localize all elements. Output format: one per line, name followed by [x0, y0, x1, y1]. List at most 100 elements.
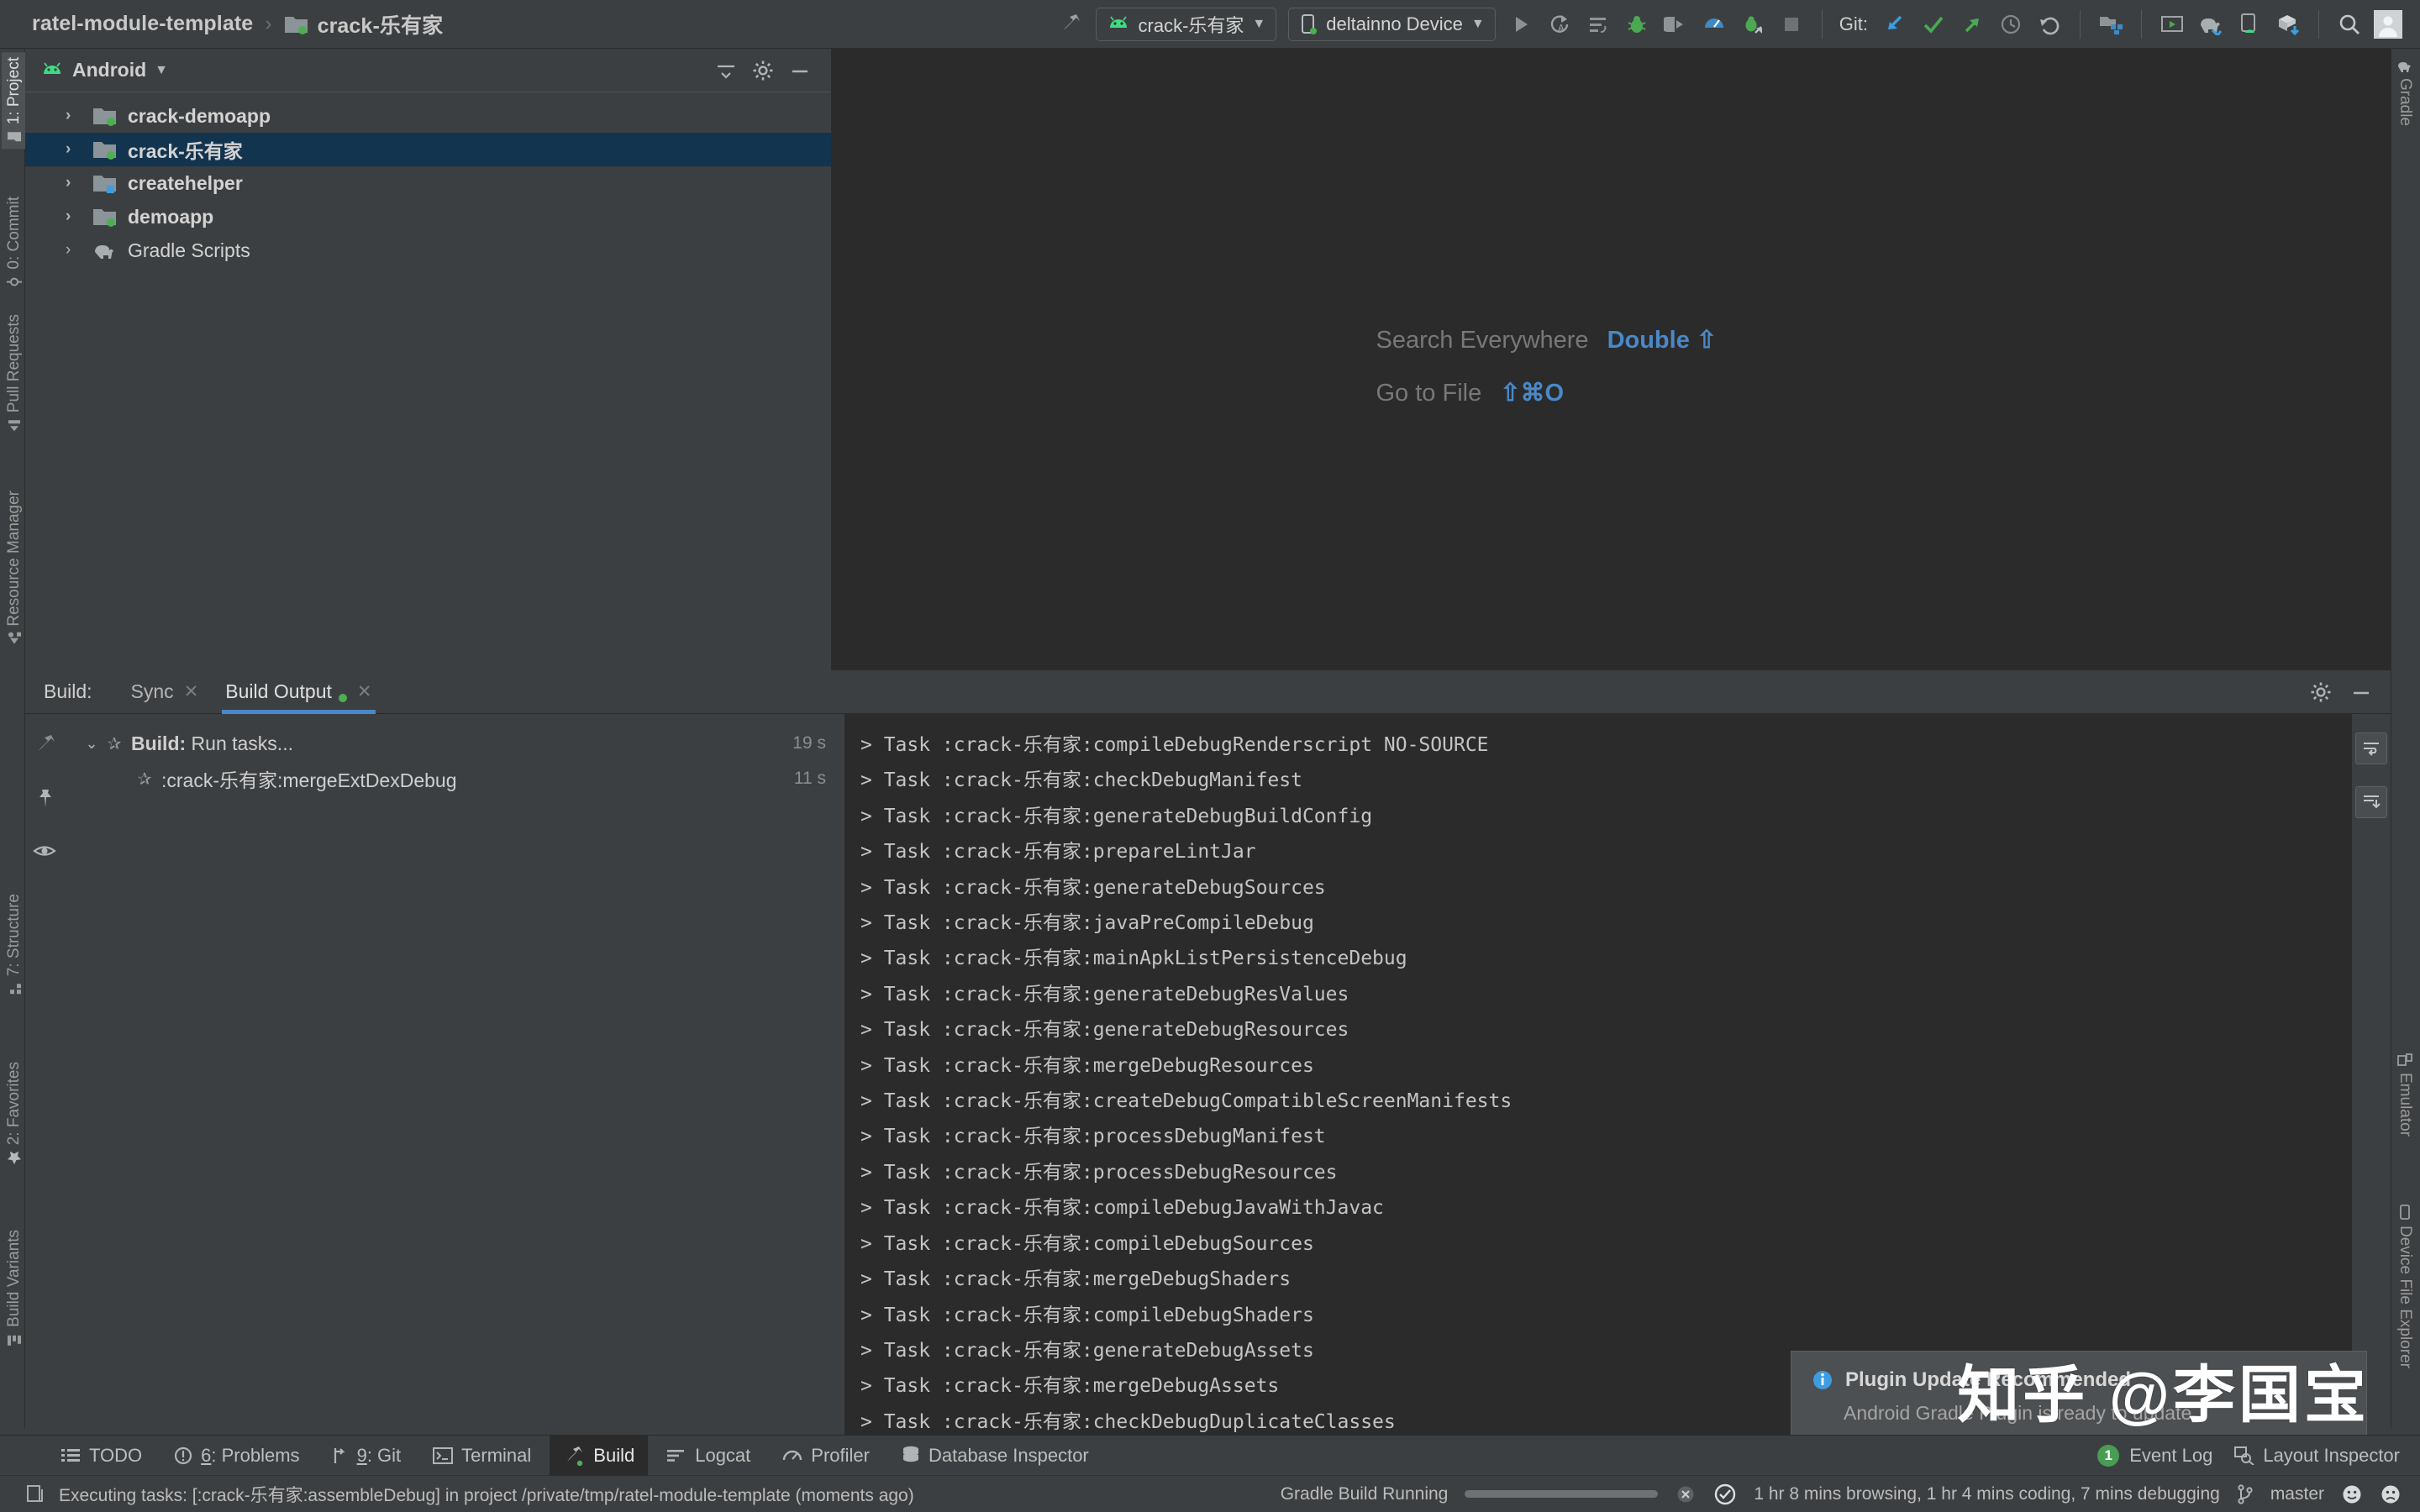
collapse-all-icon[interactable]: [715, 61, 737, 80]
tree-item-crack-leyoujia[interactable]: › crack-乐有家: [25, 133, 831, 166]
tree-item-crack-demoapp[interactable]: › crack-demoapp: [25, 99, 831, 133]
gear-icon[interactable]: [2310, 681, 2332, 703]
minimize-icon[interactable]: [2350, 683, 2372, 701]
tool-tab-event-log[interactable]: 1 Event Log: [2097, 1436, 2212, 1476]
chevron-down-icon[interactable]: ▼: [155, 63, 168, 78]
build-tree-row-merge-ext-dex[interactable]: ✰ :crack-乐有家:mergeExtDexDebug 11 s: [64, 761, 844, 796]
status-bar-right: Gradle Build Running 1 hr 8 mins browsin…: [1281, 1483, 2402, 1506]
tree-item-demoapp[interactable]: › demoapp: [25, 200, 831, 234]
rerun-icon[interactable]: [33, 732, 56, 756]
chevron-down-icon: ▼: [1252, 16, 1266, 31]
apply-changes-icon[interactable]: A: [1541, 6, 1578, 43]
update-arrow-icon[interactable]: [1876, 6, 1913, 43]
sdk-cube-download-icon[interactable]: [2270, 6, 2307, 43]
eye-icon[interactable]: [33, 842, 56, 860]
gear-icon[interactable]: [752, 60, 774, 81]
build-output-log[interactable]: > Task :crack-乐有家:compileDebugRenderscri…: [845, 714, 2352, 1455]
status-window-icon[interactable]: [25, 1483, 47, 1505]
avd-manager-icon[interactable]: [2154, 6, 2191, 43]
profiler-gauge-icon[interactable]: [1696, 6, 1733, 43]
tool-tab-database-inspector[interactable]: Database Inspector: [888, 1436, 1102, 1476]
run-configuration-selector[interactable]: crack-乐有家 ▼: [1095, 7, 1277, 41]
git-branch-label[interactable]: master: [2270, 1484, 2324, 1504]
git-branch-icon: [2237, 1483, 2254, 1504]
chevron-right-icon[interactable]: ›: [66, 241, 82, 260]
tree-item-gradle-scripts[interactable]: › Gradle Scripts: [25, 234, 831, 267]
close-icon[interactable]: ✕: [184, 681, 199, 702]
cancel-x-icon[interactable]: [1675, 1483, 1697, 1505]
git-label: Git:: [1839, 13, 1868, 34]
build-tree-row-run-tasks[interactable]: ⌄ ✰ Build: Run tasks... 19 s: [64, 726, 844, 761]
chevron-down-icon[interactable]: ⌄: [81, 735, 103, 753]
sidebar-item-pull-requests[interactable]: Pull Requests: [2, 309, 27, 437]
tool-tab-profiler[interactable]: Profiler: [769, 1436, 883, 1476]
breadcrumb-module[interactable]: crack-乐有家: [318, 9, 444, 39]
attach-debugger-icon[interactable]: [1657, 6, 1694, 43]
tool-tab-problems[interactable]: 6: Problems: [160, 1436, 313, 1476]
history-clock-icon[interactable]: [1992, 6, 2029, 43]
soft-wrap-icon[interactable]: [2355, 732, 2387, 764]
sidebar-item-build-variants[interactable]: Build Variants: [2, 1225, 27, 1352]
push-arrow-icon[interactable]: [1954, 6, 1991, 43]
sidebar-item-commit[interactable]: 0: Commit: [2, 192, 27, 294]
scroll-to-end-icon[interactable]: [2355, 786, 2387, 818]
breadcrumb-project[interactable]: ratel-module-template: [32, 12, 253, 36]
run-button[interactable]: [1502, 6, 1539, 43]
tool-tab-logcat[interactable]: Logcat: [653, 1436, 764, 1476]
sidebar-item-project-label: 1: Project: [5, 57, 23, 125]
stop-square-icon[interactable]: [1773, 6, 1810, 43]
tool-tab-git[interactable]: 9: Git: [318, 1436, 415, 1476]
undo-arrow-icon[interactable]: [2031, 6, 2068, 43]
search-icon[interactable]: [2331, 6, 2368, 43]
wakatime-check-icon[interactable]: [1713, 1483, 1737, 1506]
hammer-icon[interactable]: [1052, 6, 1089, 43]
commit-icon: [5, 276, 24, 289]
tool-tab-todo[interactable]: TODO: [47, 1436, 155, 1476]
project-view-label[interactable]: Android: [72, 59, 146, 81]
sidebar-item-emulator[interactable]: Emulator: [2392, 1048, 2417, 1142]
device-selector[interactable]: deltainno Device ▼: [1288, 7, 1496, 41]
device-android-icon[interactable]: [2231, 6, 2268, 43]
tab-sync[interactable]: Sync ✕: [119, 670, 211, 714]
chevron-right-icon[interactable]: ›: [66, 174, 82, 192]
editor-area[interactable]: Search Everywhere Double ⇧ Go to File ⇧⌘…: [832, 49, 2391, 670]
checkmark-icon[interactable]: [1915, 6, 1952, 43]
sidebar-item-project[interactable]: 1: Project: [2, 52, 27, 150]
sidebar-item-structure-label: 7: Structure: [5, 894, 23, 977]
chevron-right-icon[interactable]: ›: [66, 207, 82, 226]
chevron-right-icon[interactable]: ›: [66, 107, 82, 125]
apply-code-changes-icon[interactable]: [1580, 6, 1617, 43]
avatar-icon[interactable]: [2370, 6, 2407, 43]
minimize-icon[interactable]: [789, 61, 811, 80]
tree-item-createhelper[interactable]: › createhelper: [25, 166, 831, 200]
close-icon[interactable]: ✕: [357, 681, 372, 702]
smiley-sad-icon[interactable]: [2380, 1483, 2402, 1505]
bug-attach-icon[interactable]: [1734, 6, 1771, 43]
sidebar-item-favorites[interactable]: 2: Favorites: [2, 1057, 27, 1170]
sidebar-item-resource-manager[interactable]: Resource Manager: [2, 486, 27, 651]
project-structure-icon[interactable]: [2092, 6, 2129, 43]
bug-icon[interactable]: [1618, 6, 1655, 43]
sidebar-item-resource-manager-label: Resource Manager: [5, 491, 23, 627]
build-tree-row-prefix: Build:: [131, 732, 187, 754]
build-panel-header-actions: [2310, 681, 2391, 703]
log-line: > Task :crack-乐有家:javaPreCompileDebug: [860, 912, 1314, 935]
sidebar-item-structure[interactable]: 7: Structure: [2, 889, 27, 1000]
smiley-happy-icon[interactable]: [2341, 1483, 2363, 1505]
log-line: > Task :crack-乐有家:compileDebugRenderscri…: [860, 734, 1489, 756]
tool-tab-problems-prefix: 6: [201, 1444, 212, 1466]
tool-tab-layout-inspector[interactable]: Layout Inspector: [2234, 1436, 2400, 1476]
chevron-right-icon[interactable]: ›: [66, 140, 82, 159]
pin-icon[interactable]: [34, 788, 55, 810]
tab-build-output[interactable]: Build Output ✕: [213, 670, 383, 714]
tool-tab-terminal[interactable]: Terminal: [419, 1436, 544, 1476]
toolbar-divider-2: [2080, 9, 2081, 39]
gradle-elephant-icon[interactable]: [2192, 6, 2229, 43]
gradle-elephant-icon: [92, 240, 118, 260]
spinner-icon: ✰: [107, 734, 122, 753]
log-line: > Task :crack-乐有家:generateDebugResValues: [860, 983, 1349, 1005]
sidebar-item-device-file-explorer[interactable]: Device File Explorer: [2392, 1200, 2417, 1373]
wakatime-stats[interactable]: 1 hr 8 mins browsing, 1 hr 4 mins coding…: [1754, 1484, 2219, 1504]
sidebar-item-gradle[interactable]: Gradle: [2392, 54, 2417, 131]
tool-tab-build[interactable]: Build: [550, 1435, 649, 1476]
